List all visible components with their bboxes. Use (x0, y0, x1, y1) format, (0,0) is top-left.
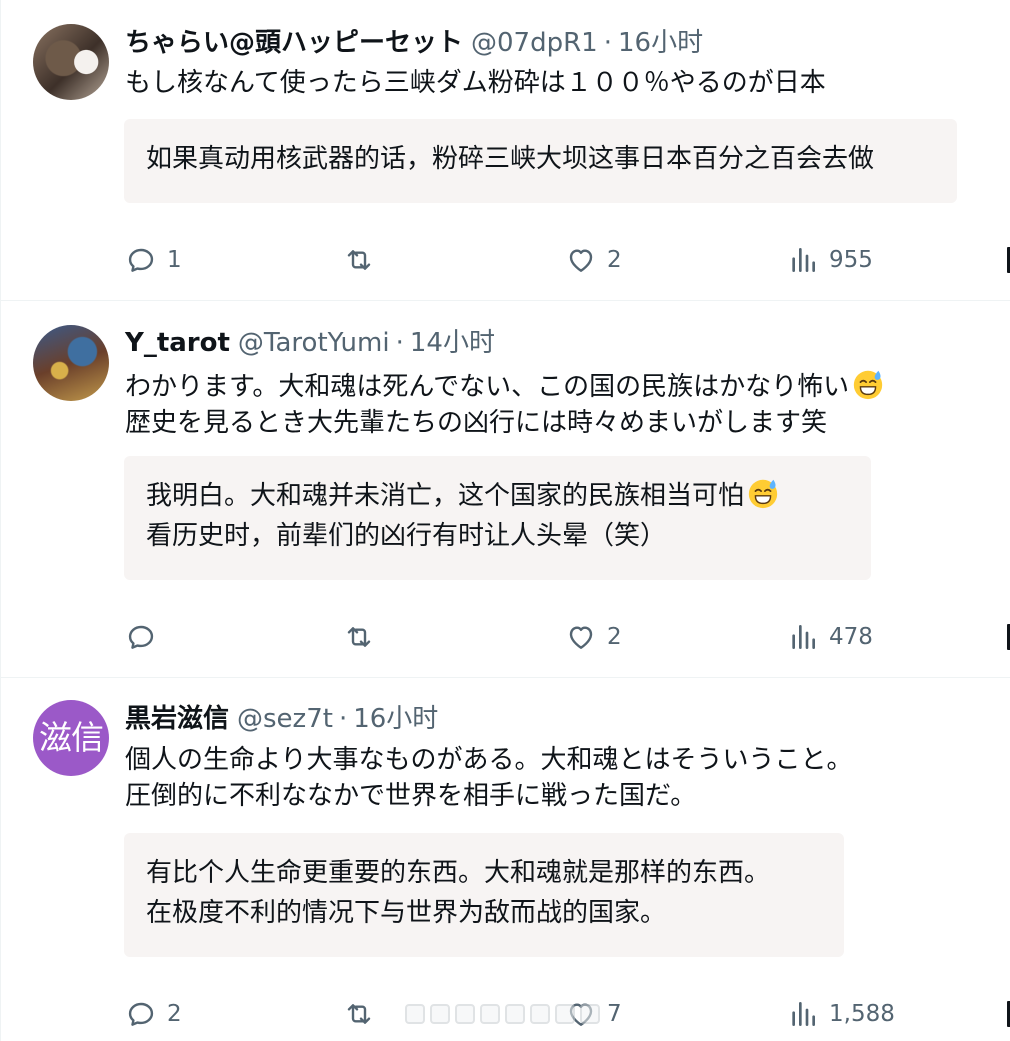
like-count: 2 (607, 624, 622, 650)
like-button[interactable]: 2 (565, 243, 622, 277)
watermark-glyph (580, 1004, 600, 1024)
tweet-text-line: わかります。大和魂は死んでない、この国の民族はかなり怖い (125, 367, 885, 405)
tweet[interactable]: 滋信 黒岩滋信 @sez7t · 16小时 個人の生命より大事なものがある。大和… (1, 678, 1010, 1041)
display-name[interactable]: ちゃらい@頭ハッピーセット (125, 26, 463, 60)
sweat-smile-emoji (853, 370, 883, 400)
watermark-glyph (405, 1004, 425, 1024)
tweet-header: ちゃらい@頭ハッピーセット @07dpR1 · 16小时 (125, 26, 703, 60)
reply-icon (128, 625, 154, 649)
tweet-text: 個人の生命より大事なものがある。大和魂とはそういうこと。 圧倒的に不利ななかで世… (125, 742, 852, 814)
timestamp[interactable]: 16小时 (353, 702, 438, 736)
view-count: 955 (829, 247, 873, 273)
avatar[interactable] (33, 24, 109, 100)
view-count: 1,588 (829, 1001, 895, 1027)
translation-line: 我明白。大和魂并未消亡，这个国家的民族相当可怕 (146, 476, 849, 516)
views-icon (792, 625, 815, 649)
watermark (405, 999, 601, 1029)
tweet-text-line: 個人の生命より大事なものがある。大和魂とはそういうこと。 (125, 745, 853, 775)
watermark-glyph (505, 1004, 525, 1024)
separator: · (603, 28, 612, 58)
translation-box: 我明白。大和魂并未消亡，这个国家的民族相当可怕 看历史时，前辈们的凶行有时让人头… (124, 456, 871, 580)
sweat-smile-emoji (748, 479, 778, 509)
retweet-button[interactable] (343, 620, 375, 654)
views-icon (792, 248, 815, 272)
reply-button[interactable] (125, 620, 167, 654)
tweet-text-line-content: わかります。大和魂は死んでない、この国の民族はかなり怖い (125, 372, 850, 402)
avatar[interactable] (33, 325, 109, 401)
tweet-text-line: もし核なんて使ったら三峡ダム粉砕は１００％やるのが日本 (125, 68, 826, 98)
translation-line: 在极度不利的情况下与世界为敌而战的国家。 (146, 898, 667, 928)
separator: · (395, 328, 404, 358)
translation-line: 有比个人生命更重要的东西。大和魂就是那样的东西。 (146, 858, 771, 888)
watermark-glyph (555, 1004, 575, 1024)
avatar[interactable]: 滋信 (33, 700, 109, 776)
display-name[interactable]: Y_tarot (125, 326, 230, 360)
translation-line-content: 我明白。大和魂并未消亡，这个国家的民族相当可怕 (146, 481, 745, 511)
heart-icon (569, 626, 593, 649)
handle[interactable]: @sez7t (237, 702, 333, 736)
tweet-text: もし核なんて使ったら三峡ダム粉砕は１００％やるのが日本 (125, 65, 826, 101)
watermark-glyph (455, 1004, 475, 1024)
views-icon (792, 1002, 815, 1026)
action-bar: 2 478 (125, 620, 1010, 654)
reply-button[interactable]: 1 (125, 243, 182, 277)
retweet-icon (347, 250, 371, 270)
views-button[interactable]: 1,588 (787, 997, 895, 1031)
watermark-glyph (530, 1004, 550, 1024)
translation-line: 如果真动用核武器的话，粉碎三峡大坝这事日本百分之百会去做 (146, 144, 875, 174)
view-count: 478 (829, 624, 873, 650)
timestamp[interactable]: 16小时 (618, 26, 703, 60)
like-count: 2 (607, 247, 622, 273)
tweet-text-line: 歴史を見るとき大先輩たちの凶行には時々めまいがします笑 (125, 408, 828, 438)
views-button[interactable]: 478 (787, 620, 873, 654)
reply-count: 1 (167, 247, 182, 273)
display-name[interactable]: 黒岩滋信 (125, 702, 229, 736)
tweet[interactable]: ちゃらい@頭ハッピーセット @07dpR1 · 16小时 もし核なんて使ったら三… (1, 0, 1010, 301)
handle[interactable]: @TarotYumi (238, 326, 390, 360)
tweet-header: 黒岩滋信 @sez7t · 16小时 (125, 702, 438, 736)
translation-box: 有比个人生命更重要的东西。大和魂就是那样的东西。 在极度不利的情况下与世界为敌而… (124, 833, 844, 957)
like-button[interactable]: 2 (565, 620, 622, 654)
tweet-text: わかります。大和魂は死んでない、この国の民族はかなり怖い 歴史を見るとき大先輩た… (125, 367, 885, 441)
reply-icon (128, 1002, 154, 1026)
retweet-button[interactable] (343, 997, 375, 1031)
retweet-button[interactable] (343, 243, 375, 277)
action-bar: 1 2 955 (125, 243, 1010, 277)
translation-box: 如果真动用核武器的话，粉碎三峡大坝这事日本百分之百会去做 (124, 119, 957, 203)
reply-feed: ちゃらい@頭ハッピーセット @07dpR1 · 16小时 もし核なんて使ったら三… (0, 0, 1010, 1041)
tweet-header: Y_tarot @TarotYumi · 14小时 (125, 326, 495, 360)
translation-line: 看历史时，前辈们的凶行有时让人头晕（笑） (146, 521, 667, 551)
reply-count: 2 (167, 1001, 182, 1027)
like-count: 7 (607, 1001, 622, 1027)
watermark-glyph (430, 1004, 450, 1024)
reply-icon (128, 248, 154, 272)
retweet-icon (347, 627, 371, 647)
tweet[interactable]: Y_tarot @TarotYumi · 14小时 わかります。大和魂は死んでな… (1, 301, 1010, 678)
timestamp[interactable]: 14小时 (410, 326, 495, 360)
tweet-text-line: 圧倒的に不利ななかで世界を相手に戦った国だ。 (125, 781, 697, 811)
handle[interactable]: @07dpR1 (471, 26, 598, 60)
views-button[interactable]: 955 (787, 243, 873, 277)
retweet-icon (347, 1004, 371, 1024)
watermark-glyph (480, 1004, 500, 1024)
separator: · (338, 704, 348, 734)
heart-icon (569, 249, 593, 272)
reply-button[interactable]: 2 (125, 997, 182, 1031)
